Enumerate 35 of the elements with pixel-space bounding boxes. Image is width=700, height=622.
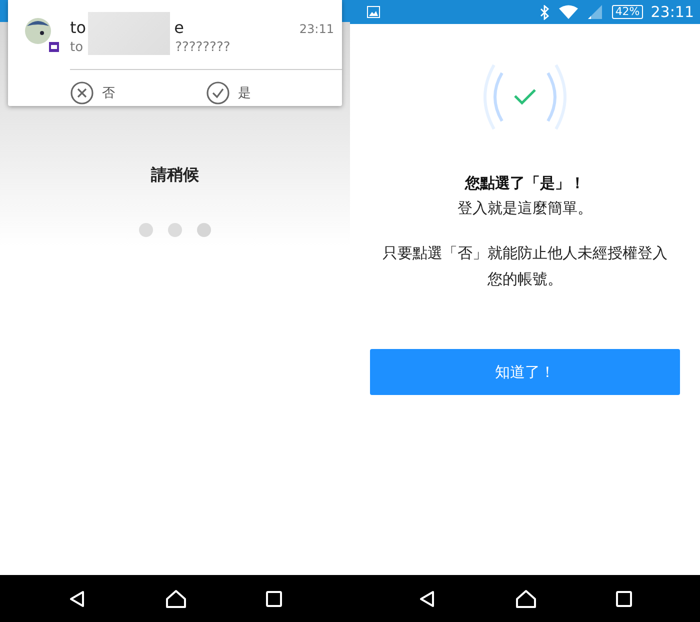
recents-button[interactable] — [616, 590, 632, 606]
info-text: 只要點選「否」就能防止他人未經授權登入您的帳號。 — [382, 243, 668, 290]
notification-title-start: to — [70, 18, 86, 37]
back-icon — [68, 590, 86, 608]
close-icon — [70, 81, 94, 105]
back-button[interactable] — [418, 590, 436, 608]
recents-icon — [266, 590, 282, 606]
heading: 您點選了「是」！ — [465, 174, 585, 193]
home-icon — [165, 588, 187, 608]
home-button[interactable] — [165, 588, 187, 608]
subheading: 登入就是這麼簡單。 — [458, 199, 592, 218]
notification-message-start: to — [70, 40, 84, 55]
back-icon — [418, 590, 436, 608]
waiting-text: 請稍候 — [151, 165, 199, 186]
notification-card[interactable]: to e 23:11 to ???????? 否 是 — [8, 0, 342, 106]
wifi-icon — [559, 5, 578, 19]
loading-dots-icon — [138, 222, 212, 238]
deny-button[interactable]: 否 — [70, 81, 206, 105]
home-button[interactable] — [515, 588, 537, 608]
notification-time: 23:11 — [299, 22, 334, 36]
avatar — [25, 18, 51, 44]
mail-badge-icon — [49, 42, 59, 52]
check-icon — [206, 81, 230, 105]
image-icon — [367, 6, 380, 18]
notification-title-end: e — [174, 18, 184, 37]
signal-icon — [588, 5, 602, 19]
battery-indicator: 42% — [612, 5, 643, 19]
status-time: 23:11 — [650, 3, 694, 21]
recents-button[interactable] — [266, 590, 282, 606]
notification-message-end: ???????? — [175, 40, 230, 55]
home-icon — [515, 588, 537, 608]
approve-button[interactable]: 是 — [206, 81, 342, 105]
back-button[interactable] — [68, 590, 86, 608]
recents-icon — [616, 590, 632, 606]
bluetooth-icon — [540, 4, 550, 20]
